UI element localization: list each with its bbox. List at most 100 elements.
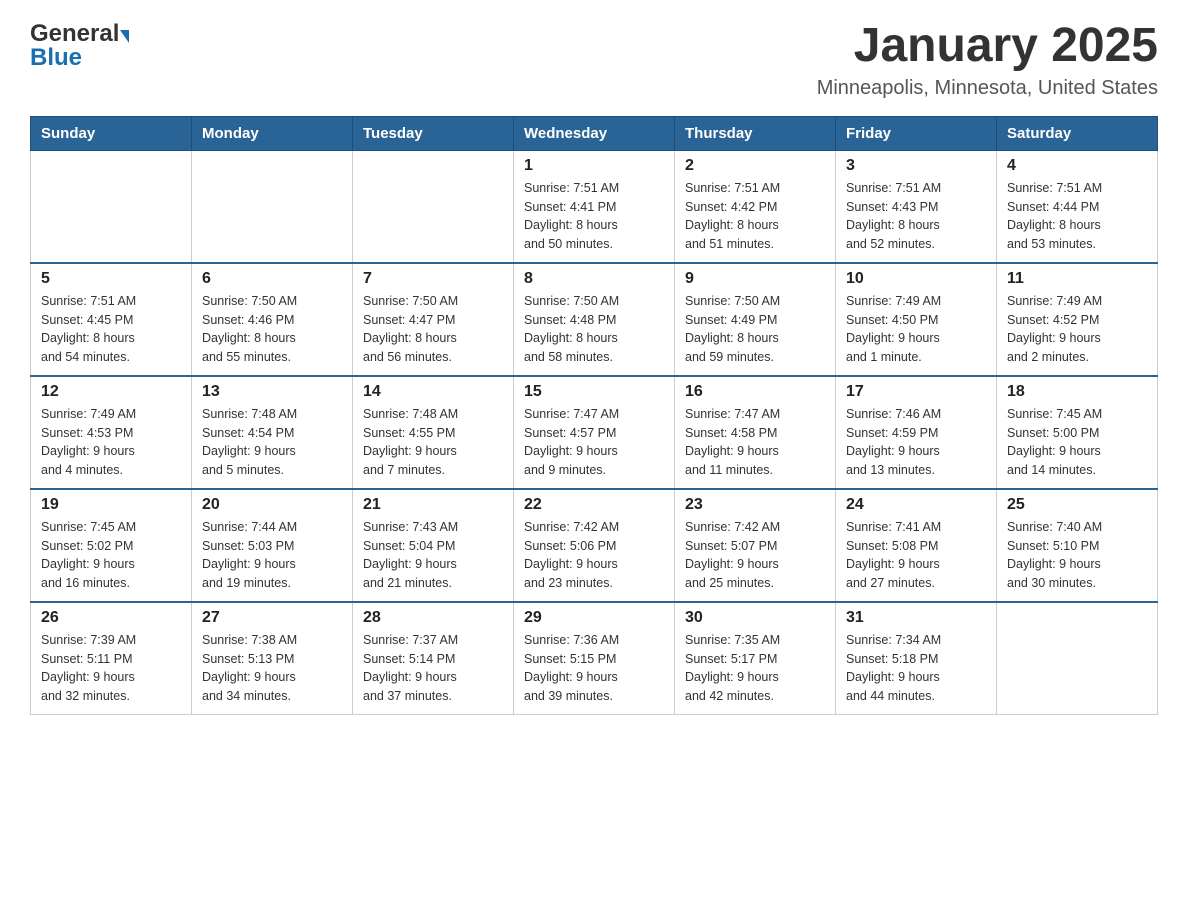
day-number: 14: [363, 383, 503, 401]
day-info: Sunrise: 7:51 AM Sunset: 4:45 PM Dayligh…: [41, 292, 181, 367]
logo-arrow-icon: [120, 30, 129, 43]
day-number: 18: [1007, 383, 1147, 401]
day-number: 7: [363, 270, 503, 288]
day-info: Sunrise: 7:51 AM Sunset: 4:42 PM Dayligh…: [685, 179, 825, 254]
day-info: Sunrise: 7:51 AM Sunset: 4:43 PM Dayligh…: [846, 179, 986, 254]
calendar-cell: 8 Sunrise: 7:50 AM Sunset: 4:48 PM Daylig…: [514, 263, 675, 376]
day-number: 8: [524, 270, 664, 288]
calendar-cell: 26 Sunrise: 7:39 AM Sunset: 5:11 PM Dayli…: [31, 602, 192, 715]
day-info: Sunrise: 7:50 AM Sunset: 4:46 PM Dayligh…: [202, 292, 342, 367]
calendar-cell: 18Sunrise: 7:45 AM Sunset: 5:00 PM Dayli…: [997, 376, 1158, 489]
weekday-header-saturday: Saturday: [997, 116, 1158, 150]
day-number: 20: [202, 496, 342, 514]
day-number: 6: [202, 270, 342, 288]
month-title: January 2025: [817, 20, 1158, 73]
calendar-cell: 2Sunrise: 7:51 AM Sunset: 4:42 PM Daylig…: [675, 150, 836, 263]
calendar-cell: 9 Sunrise: 7:50 AM Sunset: 4:49 PM Daylig…: [675, 263, 836, 376]
day-number: 9: [685, 270, 825, 288]
logo: General Blue: [30, 20, 129, 72]
day-info: Sunrise: 7:37 AM Sunset: 5:14 PM Dayligh…: [363, 631, 503, 706]
day-number: 3: [846, 157, 986, 175]
day-info: Sunrise: 7:47 AM Sunset: 4:58 PM Dayligh…: [685, 405, 825, 480]
weekday-header-monday: Monday: [192, 116, 353, 150]
day-number: 17: [846, 383, 986, 401]
location-title: Minneapolis, Minnesota, United States: [817, 77, 1158, 100]
calendar-cell: 22Sunrise: 7:42 AM Sunset: 5:06 PM Dayli…: [514, 489, 675, 602]
day-info: Sunrise: 7:42 AM Sunset: 5:07 PM Dayligh…: [685, 518, 825, 593]
calendar-cell: 11Sunrise: 7:49 AM Sunset: 4:52 PM Dayli…: [997, 263, 1158, 376]
weekday-header-sunday: Sunday: [31, 116, 192, 150]
calendar-cell: 14 Sunrise: 7:48 AM Sunset: 4:55 PM Dayli…: [353, 376, 514, 489]
day-info: Sunrise: 7:51 AM Sunset: 4:41 PM Dayligh…: [524, 179, 664, 254]
calendar-week-row: 26 Sunrise: 7:39 AM Sunset: 5:11 PM Dayli…: [31, 602, 1158, 715]
day-number: 4: [1007, 157, 1147, 175]
calendar-table: SundayMondayTuesdayWednesdayThursdayFrid…: [30, 116, 1158, 715]
logo-blue-text: Blue: [30, 44, 82, 72]
day-number: 22: [524, 496, 664, 514]
title-block: January 2025 Minneapolis, Minnesota, Uni…: [817, 20, 1158, 100]
day-number: 15: [524, 383, 664, 401]
calendar-cell: [192, 150, 353, 263]
day-number: 27: [202, 609, 342, 627]
calendar-cell: 29Sunrise: 7:36 AM Sunset: 5:15 PM Dayli…: [514, 602, 675, 715]
day-info: Sunrise: 7:41 AM Sunset: 5:08 PM Dayligh…: [846, 518, 986, 593]
day-number: 12: [41, 383, 181, 401]
day-number: 13: [202, 383, 342, 401]
calendar-cell: 1 Sunrise: 7:51 AM Sunset: 4:41 PM Daylig…: [514, 150, 675, 263]
day-number: 5: [41, 270, 181, 288]
day-number: 25: [1007, 496, 1147, 514]
calendar-cell: 25 Sunrise: 7:40 AM Sunset: 5:10 PM Dayli…: [997, 489, 1158, 602]
calendar-cell: 24Sunrise: 7:41 AM Sunset: 5:08 PM Dayli…: [836, 489, 997, 602]
calendar-cell: 20 Sunrise: 7:44 AM Sunset: 5:03 PM Dayli…: [192, 489, 353, 602]
calendar-cell: 4 Sunrise: 7:51 AM Sunset: 4:44 PM Daylig…: [997, 150, 1158, 263]
calendar-cell: [31, 150, 192, 263]
calendar-week-row: 5 Sunrise: 7:51 AM Sunset: 4:45 PM Daylig…: [31, 263, 1158, 376]
calendar-cell: 31Sunrise: 7:34 AM Sunset: 5:18 PM Dayli…: [836, 602, 997, 715]
calendar-cell: 13 Sunrise: 7:48 AM Sunset: 4:54 PM Dayli…: [192, 376, 353, 489]
day-info: Sunrise: 7:43 AM Sunset: 5:04 PM Dayligh…: [363, 518, 503, 593]
calendar-cell: 30Sunrise: 7:35 AM Sunset: 5:17 PM Dayli…: [675, 602, 836, 715]
weekday-header-friday: Friday: [836, 116, 997, 150]
calendar-cell: 10Sunrise: 7:49 AM Sunset: 4:50 PM Dayli…: [836, 263, 997, 376]
day-info: Sunrise: 7:44 AM Sunset: 5:03 PM Dayligh…: [202, 518, 342, 593]
calendar-cell: 19 Sunrise: 7:45 AM Sunset: 5:02 PM Dayli…: [31, 489, 192, 602]
day-number: 26: [41, 609, 181, 627]
day-info: Sunrise: 7:50 AM Sunset: 4:49 PM Dayligh…: [685, 292, 825, 367]
calendar-cell: 27 Sunrise: 7:38 AM Sunset: 5:13 PM Dayli…: [192, 602, 353, 715]
calendar-cell: 12 Sunrise: 7:49 AM Sunset: 4:53 PM Dayli…: [31, 376, 192, 489]
calendar-week-row: 1 Sunrise: 7:51 AM Sunset: 4:41 PM Daylig…: [31, 150, 1158, 263]
calendar-cell: 17 Sunrise: 7:46 AM Sunset: 4:59 PM Dayli…: [836, 376, 997, 489]
day-info: Sunrise: 7:49 AM Sunset: 4:53 PM Dayligh…: [41, 405, 181, 480]
calendar-cell: 16 Sunrise: 7:47 AM Sunset: 4:58 PM Dayli…: [675, 376, 836, 489]
day-info: Sunrise: 7:39 AM Sunset: 5:11 PM Dayligh…: [41, 631, 181, 706]
day-info: Sunrise: 7:48 AM Sunset: 4:54 PM Dayligh…: [202, 405, 342, 480]
day-number: 30: [685, 609, 825, 627]
day-number: 11: [1007, 270, 1147, 288]
day-info: Sunrise: 7:50 AM Sunset: 4:48 PM Dayligh…: [524, 292, 664, 367]
calendar-cell: 6 Sunrise: 7:50 AM Sunset: 4:46 PM Daylig…: [192, 263, 353, 376]
day-info: Sunrise: 7:36 AM Sunset: 5:15 PM Dayligh…: [524, 631, 664, 706]
calendar-week-row: 12 Sunrise: 7:49 AM Sunset: 4:53 PM Dayli…: [31, 376, 1158, 489]
day-number: 21: [363, 496, 503, 514]
day-info: Sunrise: 7:50 AM Sunset: 4:47 PM Dayligh…: [363, 292, 503, 367]
day-number: 16: [685, 383, 825, 401]
calendar-cell: 3 Sunrise: 7:51 AM Sunset: 4:43 PM Daylig…: [836, 150, 997, 263]
day-info: Sunrise: 7:48 AM Sunset: 4:55 PM Dayligh…: [363, 405, 503, 480]
weekday-header-wednesday: Wednesday: [514, 116, 675, 150]
calendar-week-row: 19 Sunrise: 7:45 AM Sunset: 5:02 PM Dayli…: [31, 489, 1158, 602]
calendar-cell: [353, 150, 514, 263]
day-info: Sunrise: 7:40 AM Sunset: 5:10 PM Dayligh…: [1007, 518, 1147, 593]
day-number: 1: [524, 157, 664, 175]
day-number: 23: [685, 496, 825, 514]
day-info: Sunrise: 7:34 AM Sunset: 5:18 PM Dayligh…: [846, 631, 986, 706]
weekday-header-row: SundayMondayTuesdayWednesdayThursdayFrid…: [31, 116, 1158, 150]
day-info: Sunrise: 7:47 AM Sunset: 4:57 PM Dayligh…: [524, 405, 664, 480]
day-number: 19: [41, 496, 181, 514]
day-info: Sunrise: 7:49 AM Sunset: 4:50 PM Dayligh…: [846, 292, 986, 367]
day-info: Sunrise: 7:45 AM Sunset: 5:02 PM Dayligh…: [41, 518, 181, 593]
calendar-cell: 23 Sunrise: 7:42 AM Sunset: 5:07 PM Dayli…: [675, 489, 836, 602]
calendar-cell: 5 Sunrise: 7:51 AM Sunset: 4:45 PM Daylig…: [31, 263, 192, 376]
day-info: Sunrise: 7:51 AM Sunset: 4:44 PM Dayligh…: [1007, 179, 1147, 254]
day-info: Sunrise: 7:46 AM Sunset: 4:59 PM Dayligh…: [846, 405, 986, 480]
day-info: Sunrise: 7:38 AM Sunset: 5:13 PM Dayligh…: [202, 631, 342, 706]
